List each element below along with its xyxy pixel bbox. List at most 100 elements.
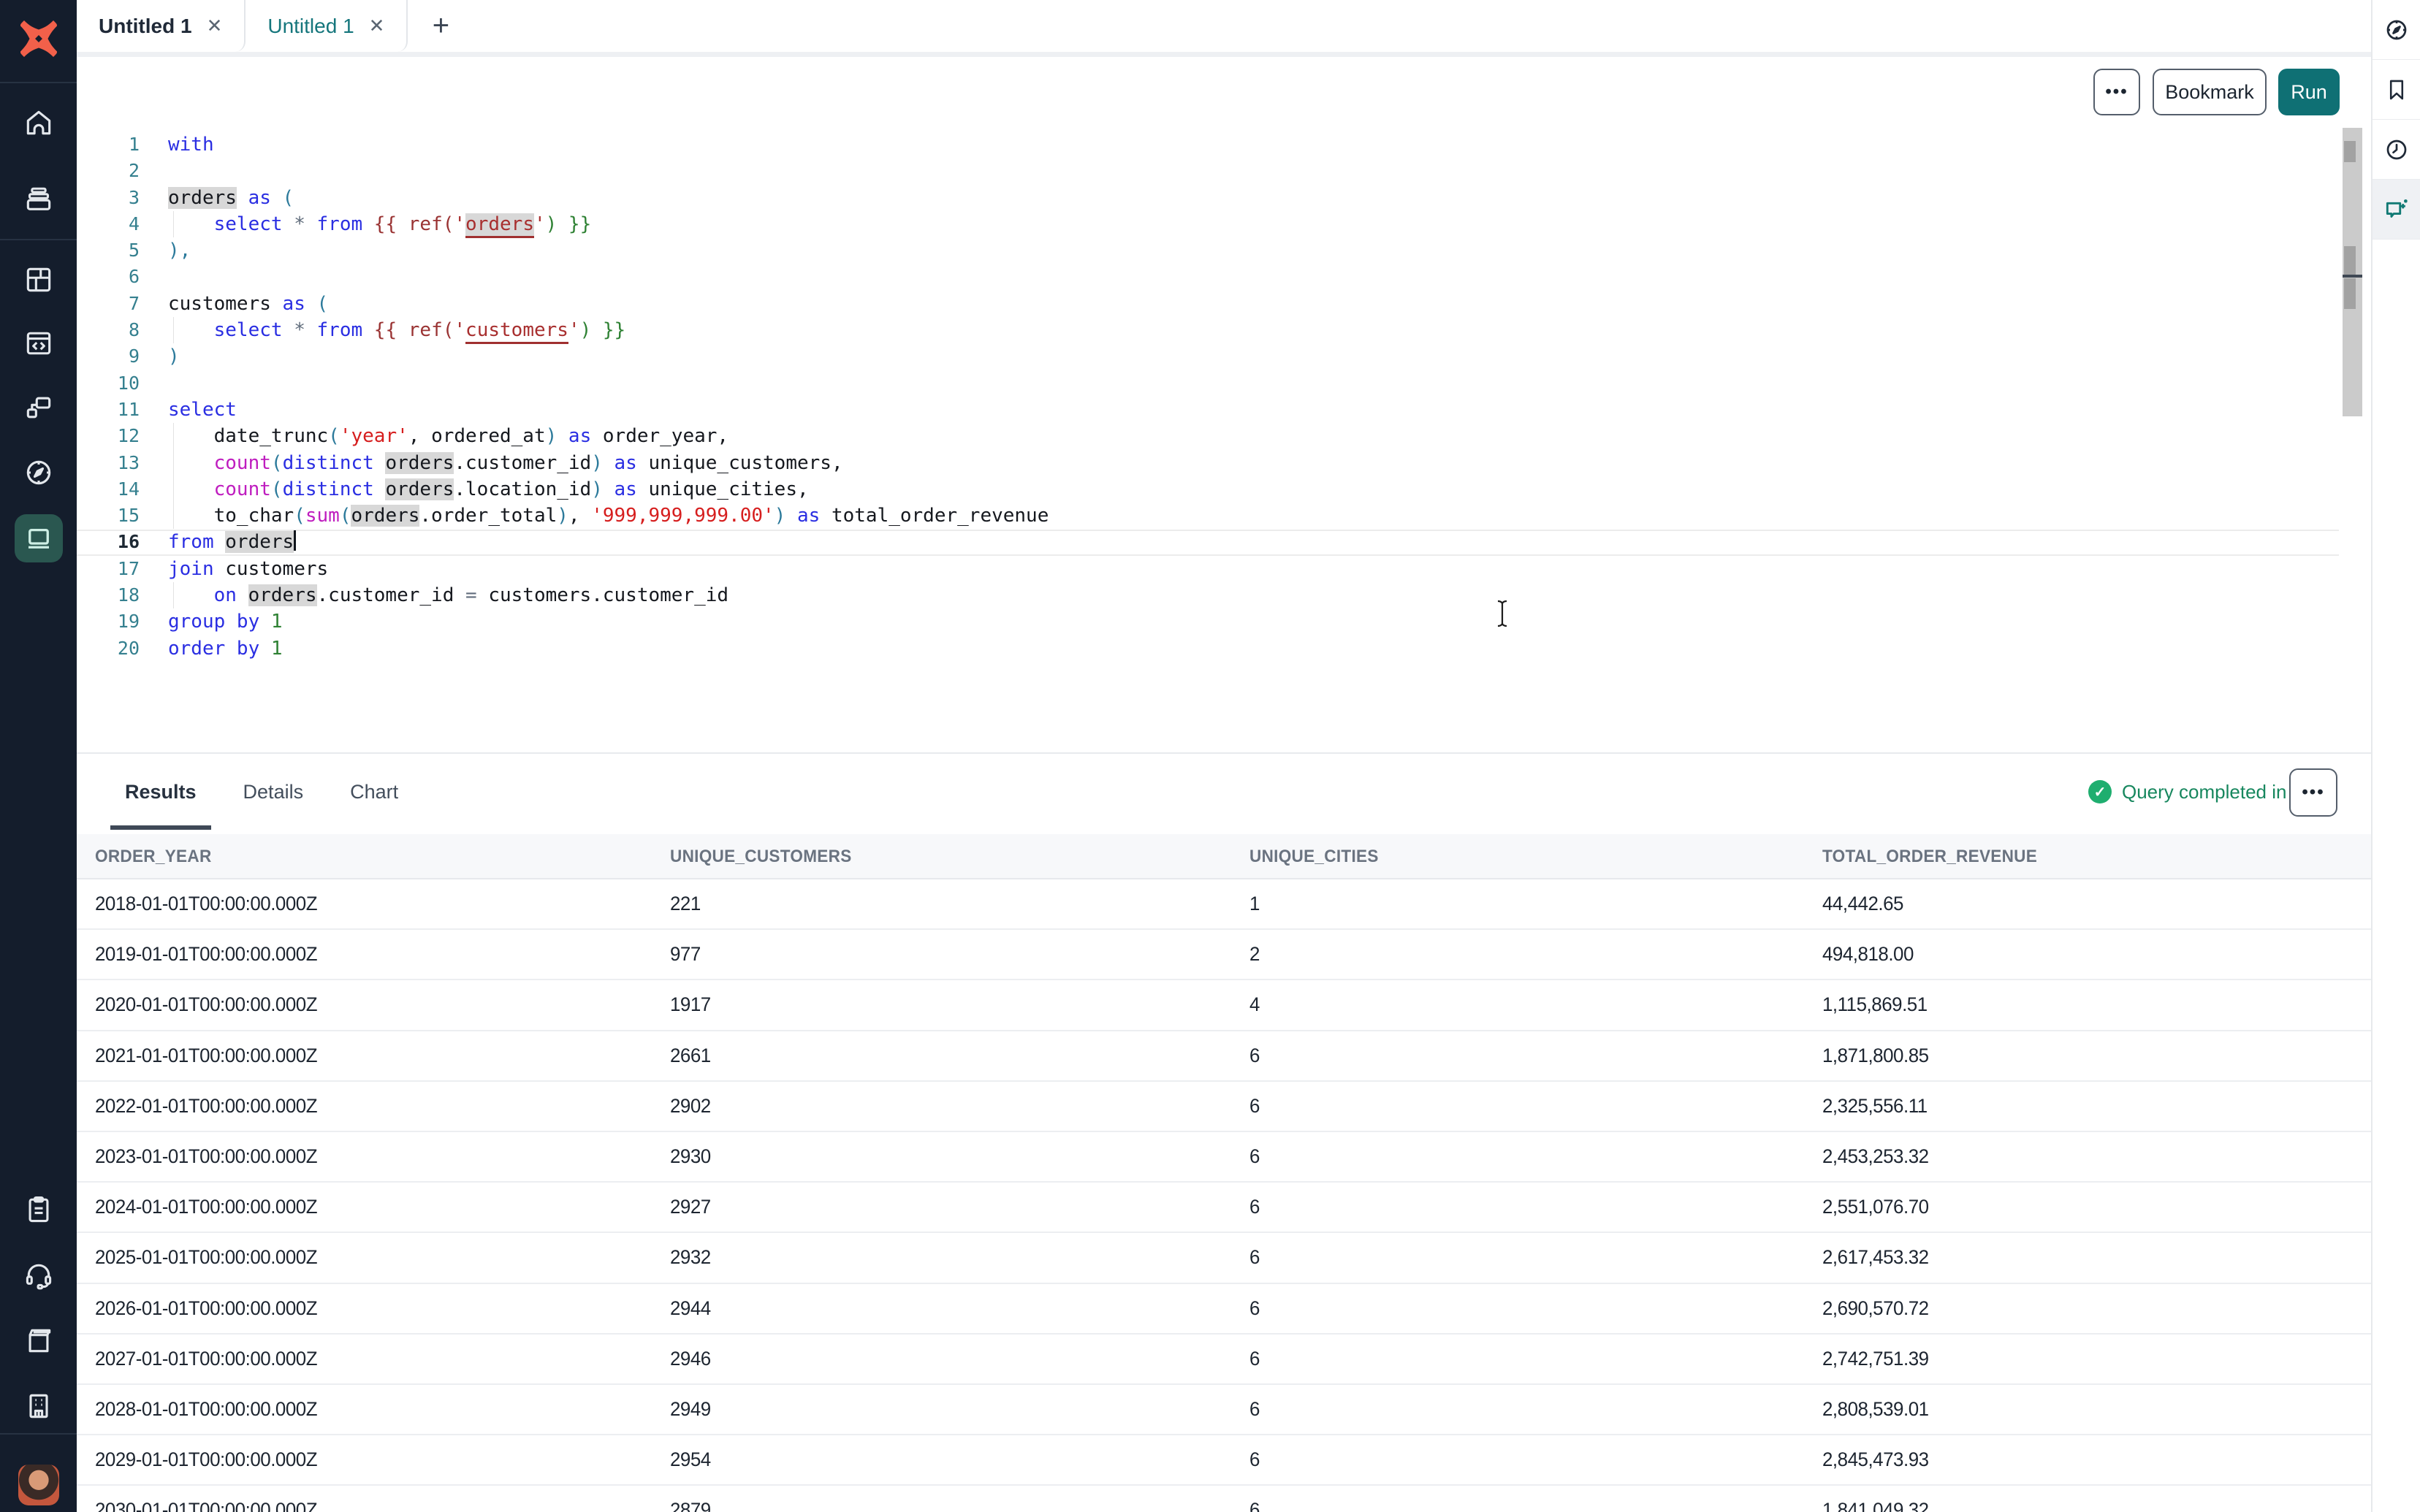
table-row[interactable]: 2025-01-01T00:00:00.000Z293262,617,453.3…: [77, 1233, 2371, 1283]
code-token: from: [317, 213, 363, 235]
more-options-button[interactable]: •••: [2093, 69, 2140, 115]
results-tab-details[interactable]: Details: [243, 754, 304, 830]
right-rail-discover[interactable]: [2373, 0, 2420, 60]
code-token: ): [775, 505, 786, 527]
code-token: as: [283, 293, 305, 315]
right-sidebar: [2371, 0, 2420, 1512]
line-number-gutter: 1234567891011121314151617181920: [77, 131, 140, 662]
column-header[interactable]: UNIQUE_CUSTOMERS: [670, 834, 852, 879]
code-window-icon: [23, 327, 55, 359]
app-logo[interactable]: [0, 15, 77, 63]
line-number: 9: [77, 343, 140, 370]
table-cell: 977: [670, 930, 701, 979]
query-status-text: Query completed in 4s: [2122, 781, 2312, 803]
code-token: *: [294, 319, 305, 341]
table-row[interactable]: 2020-01-01T00:00:00.000Z191741,115,869.5…: [77, 980, 2371, 1031]
table-row[interactable]: 2019-01-01T00:00:00.000Z9772494,818.00: [77, 930, 2371, 980]
code-token: ,: [568, 505, 591, 527]
code-token: (: [294, 505, 305, 527]
column-header[interactable]: TOTAL_ORDER_REVENUE: [1822, 834, 2037, 879]
sidebar-item-support[interactable]: [0, 1259, 77, 1291]
editor-scrollbar[interactable]: [2343, 124, 2362, 752]
table-row[interactable]: 2021-01-01T00:00:00.000Z266161,871,800.8…: [77, 1031, 2371, 1082]
results-tab-bar: Results Details Chart: [125, 754, 398, 830]
indent-guide: [173, 450, 174, 476]
column-header[interactable]: UNIQUE_CITIES: [1249, 834, 1379, 879]
table-row[interactable]: 2022-01-01T00:00:00.000Z290262,325,556.1…: [77, 1082, 2371, 1132]
code-token: on: [214, 584, 237, 606]
code-token: [362, 319, 374, 341]
new-tab-button[interactable]: +: [408, 0, 473, 52]
drawer-icon: [23, 183, 55, 215]
sidebar-item-lineage[interactable]: [0, 392, 77, 424]
tab-close-icon[interactable]: ✕: [369, 15, 385, 37]
text-cursor-pointer: [1494, 599, 1511, 628]
indent-guide: [173, 317, 174, 343]
user-avatar[interactable]: [0, 1465, 77, 1505]
table-cell: 2029-01-01T00:00:00.000Z: [95, 1435, 317, 1484]
table-row[interactable]: 2030-01-01T00:00:00.000Z287961,841,049.3…: [77, 1486, 2371, 1512]
table-cell: 2020-01-01T00:00:00.000Z: [95, 980, 317, 1029]
table-row[interactable]: 2018-01-01T00:00:00.000Z221144,442.65: [77, 879, 2371, 930]
table-row[interactable]: 2026-01-01T00:00:00.000Z294462,690,570.7…: [77, 1284, 2371, 1335]
run-button[interactable]: Run: [2278, 69, 2340, 115]
tab-label: Untitled 1: [267, 15, 354, 38]
success-check-icon: ✓: [2088, 780, 2112, 803]
right-rail-bookmarks[interactable]: [2373, 60, 2420, 120]
table-row[interactable]: 2027-01-01T00:00:00.000Z294662,742,751.3…: [77, 1335, 2371, 1385]
tab-bar: Untitled 1✕Untitled 1✕+: [77, 0, 2371, 57]
right-rail-ai-assistant[interactable]: [2373, 180, 2420, 240]
document-tab[interactable]: Untitled 1✕: [77, 0, 246, 52]
sidebar-item-projects[interactable]: [0, 183, 77, 215]
table-row[interactable]: 2028-01-01T00:00:00.000Z294962,808,539.0…: [77, 1385, 2371, 1435]
code-token: [454, 584, 465, 606]
sidebar-item-code-ide[interactable]: [0, 327, 77, 359]
code-token: [305, 293, 317, 315]
code-token: distinct: [283, 452, 374, 474]
code-token: orders: [225, 531, 294, 553]
sidebar-item-editor-active[interactable]: [0, 514, 77, 562]
code-token: customers: [465, 319, 568, 344]
column-header[interactable]: ORDER_YEAR: [95, 834, 212, 879]
code-token: sum: [305, 505, 340, 527]
code-token: join: [168, 558, 214, 580]
code-token: [168, 505, 214, 527]
sidebar-item-home[interactable]: [0, 107, 77, 139]
code-token: [305, 319, 317, 341]
results-tab-results[interactable]: Results: [125, 754, 197, 830]
code-token: customers: [225, 558, 328, 580]
sql-editor[interactable]: 1234567891011121314151617181920 with orde…: [77, 124, 2371, 752]
table-row[interactable]: 2023-01-01T00:00:00.000Z293062,453,253.3…: [77, 1132, 2371, 1183]
sidebar-item-docs[interactable]: [0, 1324, 77, 1356]
table-cell: 2,325,556.11: [1822, 1082, 1928, 1131]
sidebar-item-organization[interactable]: [0, 1390, 77, 1422]
scroll-annotation: [2344, 278, 2356, 309]
results-more-button[interactable]: •••: [2289, 768, 2337, 817]
tab-close-icon[interactable]: ✕: [207, 15, 223, 37]
code-token: [237, 584, 248, 606]
table-header: ORDER_YEAR UNIQUE_CUSTOMERS UNIQUE_CITIES T…: [77, 834, 2371, 879]
code-token: count: [214, 452, 271, 474]
code-token: from: [168, 531, 214, 553]
code-token: unique_customers,: [649, 452, 843, 474]
table-row[interactable]: 2024-01-01T00:00:00.000Z292762,551,076.7…: [77, 1183, 2371, 1233]
table-cell: 2,551,076.70: [1822, 1183, 1929, 1232]
document-tab[interactable]: Untitled 1 ✕: [246, 0, 408, 52]
code-content[interactable]: withorders as ( select * from {{ ref('or…: [168, 131, 1049, 662]
code-token: ': [568, 319, 580, 341]
sidebar-item-discover[interactable]: [0, 457, 77, 489]
table-row[interactable]: 2029-01-01T00:00:00.000Z295462,845,473.9…: [77, 1435, 2371, 1486]
code-token: [603, 478, 614, 500]
results-tab-chart[interactable]: Chart: [350, 754, 398, 830]
code-token: count: [214, 478, 271, 500]
right-rail-history[interactable]: [2373, 120, 2420, 180]
code-token: [283, 213, 294, 235]
bookmark-button[interactable]: Bookmark: [2153, 69, 2267, 115]
code-token: with: [168, 134, 214, 156]
sidebar-item-changelog[interactable]: [0, 1194, 77, 1226]
code-token: as: [614, 452, 637, 474]
table-cell: 2,690,570.72: [1822, 1284, 1929, 1333]
code-token: orders: [385, 478, 454, 500]
sidebar-item-dashboards[interactable]: [0, 264, 77, 296]
code-line: select * from {{ ref('customers') }}: [168, 317, 1049, 343]
